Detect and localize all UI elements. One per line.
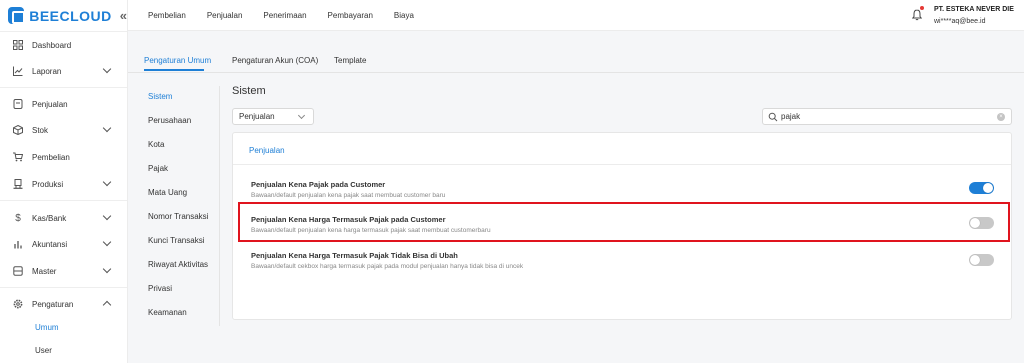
tab-pengaturan-umum[interactable]: Pengaturan Umum bbox=[144, 56, 211, 65]
chevron-down-icon bbox=[102, 264, 112, 274]
sidebar-item-label: Kas/Bank bbox=[32, 213, 67, 223]
toggle-harga-tidak-bisa-diubah[interactable] bbox=[969, 254, 994, 266]
chevron-down-icon bbox=[102, 64, 112, 74]
sidebar-item-label: Laporan bbox=[32, 66, 62, 76]
sidebar-item-akuntansi[interactable]: Akuntansi bbox=[0, 234, 127, 254]
submenu-perusahaan[interactable]: Perusahaan bbox=[148, 116, 191, 125]
search-box: × bbox=[762, 108, 1012, 125]
chevron-up-icon bbox=[102, 300, 112, 310]
module-filter-select[interactable]: Penjualan bbox=[232, 108, 314, 125]
topnav-penjualan[interactable]: Penjualan bbox=[207, 11, 243, 20]
divider bbox=[0, 200, 127, 201]
submenu-privasi[interactable]: Privasi bbox=[148, 284, 172, 293]
divider bbox=[0, 87, 127, 88]
divider bbox=[128, 72, 1024, 73]
submenu-keamanan[interactable]: Keamanan bbox=[148, 308, 187, 317]
section-title: Sistem bbox=[232, 85, 266, 97]
search-icon bbox=[768, 112, 778, 122]
submenu-riwayat-aktivitas[interactable]: Riwayat Aktivitas bbox=[148, 260, 208, 269]
tab-template[interactable]: Template bbox=[334, 56, 366, 65]
panel-header: Penjualan bbox=[249, 146, 285, 155]
chevron-down-icon bbox=[102, 123, 112, 133]
bell-icon[interactable] bbox=[912, 9, 922, 21]
toggle-kena-pajak[interactable] bbox=[969, 182, 994, 194]
sidebar-item-dashboard[interactable]: Dashboard bbox=[0, 35, 127, 55]
highlight-box bbox=[238, 202, 1010, 242]
notification-dot bbox=[920, 6, 924, 10]
company-name[interactable]: PT. ESTEKA NEVER DIE bbox=[934, 6, 1014, 13]
sidebar-item-label: Produksi bbox=[32, 179, 64, 189]
submenu-pajak[interactable]: Pajak bbox=[148, 164, 168, 173]
submenu-mata-uang[interactable]: Mata Uang bbox=[148, 188, 187, 197]
sidebar-item-label: Pembelian bbox=[32, 152, 70, 162]
clear-search-icon[interactable]: × bbox=[997, 113, 1005, 121]
sidebar: BEECLOUD « Dashboard Laporan Penjualan S… bbox=[0, 0, 128, 363]
chevron-down-icon bbox=[102, 177, 112, 187]
chevron-down-icon bbox=[102, 211, 112, 221]
sidebar-item-stok[interactable]: Stok bbox=[0, 120, 127, 140]
box-icon bbox=[13, 125, 23, 135]
sidebar-item-pembelian[interactable]: Pembelian bbox=[0, 147, 127, 167]
divider bbox=[0, 287, 127, 288]
setting-title: Penjualan Kena Harga Termasuk Pajak Tida… bbox=[251, 251, 458, 260]
sidebar-item-label: Stok bbox=[32, 125, 49, 135]
factory-icon bbox=[13, 179, 23, 189]
tab-pengaturan-akun[interactable]: Pengaturan Akun (COA) bbox=[232, 56, 318, 65]
topnav-pembayaran[interactable]: Pembayaran bbox=[328, 11, 373, 20]
receipt-icon bbox=[13, 99, 23, 109]
sidebar-item-label: Akuntansi bbox=[32, 239, 68, 249]
settings-tabs: Pengaturan Umum Pengaturan Akun (COA) Te… bbox=[128, 31, 1024, 73]
sidebar-item-laporan[interactable]: Laporan bbox=[0, 61, 127, 81]
chevron-down-icon bbox=[297, 111, 306, 120]
sidebar-subitem-umum[interactable]: Umum bbox=[0, 318, 127, 336]
setting-title: Penjualan Kena Pajak pada Customer bbox=[251, 180, 386, 189]
brand-name: BEECLOUD bbox=[29, 7, 112, 24]
divider bbox=[0, 31, 127, 32]
chart-line-icon bbox=[13, 66, 23, 76]
setting-description: Bawaan/default penjualan kena pajak saat… bbox=[251, 192, 446, 199]
sidebar-item-produksi[interactable]: Produksi bbox=[0, 174, 127, 194]
topbar: Pembelian Penjualan Penerimaan Pembayara… bbox=[128, 0, 1024, 31]
dollar-icon: $ bbox=[15, 212, 21, 224]
submenu-sistem[interactable]: Sistem bbox=[148, 92, 172, 101]
sidebar-item-label: Pengaturan bbox=[32, 299, 74, 309]
divider bbox=[219, 86, 220, 326]
collapse-sidebar-icon[interactable]: « bbox=[120, 8, 127, 23]
submenu-nomor-transaksi[interactable]: Nomor Transaksi bbox=[148, 212, 208, 221]
logo-icon bbox=[8, 7, 26, 24]
database-icon bbox=[13, 266, 23, 276]
sidebar-item-label: Master bbox=[32, 266, 57, 276]
main-content: Pengaturan Umum Pengaturan Akun (COA) Te… bbox=[128, 31, 1024, 363]
topnav-pembelian[interactable]: Pembelian bbox=[148, 11, 186, 20]
toggle-knob bbox=[983, 183, 993, 193]
user-email: wi****aq@bee.id bbox=[934, 18, 986, 25]
bar-chart-icon bbox=[13, 239, 23, 249]
topnav-biaya[interactable]: Biaya bbox=[394, 11, 414, 20]
submenu-kota[interactable]: Kota bbox=[148, 140, 164, 149]
gear-icon bbox=[13, 299, 23, 309]
sidebar-item-penjualan[interactable]: Penjualan bbox=[0, 94, 127, 114]
search-input[interactable] bbox=[781, 110, 991, 123]
sidebar-item-kas-bank[interactable]: $ Kas/Bank bbox=[0, 208, 127, 228]
sidebar-item-master[interactable]: Master bbox=[0, 261, 127, 281]
chevron-down-icon bbox=[102, 237, 112, 247]
toggle-knob bbox=[970, 255, 980, 265]
submenu-kunci-transaksi[interactable]: Kunci Transaksi bbox=[148, 236, 204, 245]
divider bbox=[233, 164, 1011, 165]
select-value: Penjualan bbox=[239, 112, 275, 121]
cart-icon bbox=[13, 152, 23, 162]
sidebar-subitem-user[interactable]: User bbox=[0, 341, 127, 359]
top-nav: Pembelian Penjualan Penerimaan Pembayara… bbox=[148, 0, 435, 31]
sidebar-item-pengaturan[interactable]: Pengaturan bbox=[0, 294, 127, 314]
topnav-penerimaan[interactable]: Penerimaan bbox=[263, 11, 306, 20]
setting-description: Bawaan/default cekbox harga termasuk paj… bbox=[251, 263, 524, 270]
sidebar-item-label: Penjualan bbox=[32, 99, 68, 109]
grid-icon bbox=[13, 40, 23, 50]
sidebar-item-label: Dashboard bbox=[32, 40, 72, 50]
active-tab-indicator bbox=[144, 69, 204, 71]
brand: BEECLOUD « bbox=[0, 0, 127, 31]
